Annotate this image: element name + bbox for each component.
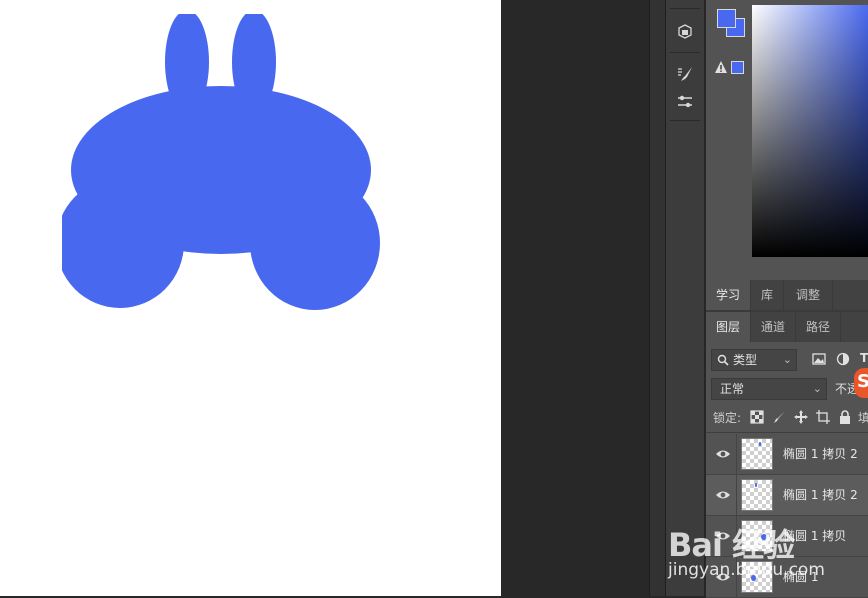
layer-thumbnail [741,561,773,593]
layer-name: 椭圆 1 拷贝 2 [783,447,858,461]
search-icon [717,354,729,366]
lock-position-icon[interactable] [794,410,808,424]
canvas-edge-mask [0,0,501,14]
left-cheek-shape [56,178,184,308]
layer-name: 椭圆 1 [783,570,819,584]
tab-channels[interactable]: 通道 [751,312,797,342]
layer-thumbnail [741,479,773,511]
lock-label: 锁定: [713,411,742,425]
lock-image-pixels-icon[interactable] [772,410,786,424]
color-panel [706,0,868,280]
3d-materials-icon[interactable] [674,22,696,42]
tab-paths[interactable]: 路径 [796,312,842,342]
learn-libraries-tabs: 学习 库 调整 [706,280,868,310]
layer-row[interactable]: 椭圆 1 拷贝 2 [706,434,868,475]
document-canvas[interactable] [0,0,501,596]
bunny-shape [0,0,501,310]
strip-separator [670,120,700,121]
layer-name: 椭圆 1 拷贝 2 [783,488,858,502]
visibility-column-divider [736,557,737,598]
blend-mode-value: 正常 [720,382,745,396]
tab-adjustments[interactable]: 调整 [784,280,834,310]
chevron-down-icon: ⌄ [812,382,822,395]
layer-thumbnail [741,438,773,470]
layers-panel-tabs: 图层 通道 路径 [706,312,868,342]
panel-icon-strip [666,0,705,596]
visibility-column-divider [736,516,737,557]
tab-libraries[interactable]: 库 [751,280,785,310]
gamut-warning-icon[interactable] [714,60,728,74]
chevron-down-icon: ⌄ [782,353,792,366]
layer-row[interactable]: 椭圆 1 拷贝 2 [706,475,868,516]
visibility-eye-icon[interactable] [715,447,731,461]
type-filter-icon[interactable]: T [860,351,868,365]
image-filter-icon[interactable] [812,352,826,366]
strip-separator [670,8,700,9]
pasteboard [501,0,649,596]
visibility-column-divider [736,434,737,475]
right-panels: 学习 库 调整 图层 通道 路径 类型 ⌄ T 正常 ⌄ 不透 S 锁定: 填 … [706,0,868,598]
lock-artboard-icon[interactable] [816,410,830,424]
properties-icon[interactable] [674,92,696,112]
visibility-eye-icon[interactable] [715,488,731,502]
layer-name: 椭圆 1 拷贝 [783,529,847,543]
tab-layers[interactable]: 图层 [706,312,752,342]
lock-all-icon[interactable] [838,410,852,424]
filter-label: 类型 [733,353,758,367]
layer-thumbnail [741,520,773,552]
visibility-column-divider [736,475,737,516]
layer-row[interactable]: 椭圆 1 拷贝 [706,516,868,557]
visibility-eye-icon[interactable] [715,570,731,584]
layer-row[interactable]: 椭圆 1 [706,557,868,598]
foreground-color-swatch[interactable] [717,9,736,28]
web-safe-color-swatch[interactable] [731,61,744,74]
visibility-eye-icon[interactable] [715,529,731,543]
lock-transparent-pixels-icon[interactable] [750,410,764,424]
sogou-ime-icon[interactable]: S [854,368,868,398]
strip-separator [670,52,700,53]
adjustment-filter-icon[interactable] [836,352,850,366]
blend-mode-dropdown[interactable]: 正常 ⌄ [711,378,827,400]
fill-label: 填 [858,411,868,425]
layer-filter-dropdown[interactable]: 类型 ⌄ [711,349,797,371]
color-picker-field[interactable] [752,5,868,257]
tab-learn[interactable]: 学习 [706,280,752,310]
layers-list-top-border [706,432,868,433]
right-cheek-shape [250,176,380,310]
panel-collapse-bar[interactable] [649,0,666,596]
brush-settings-icon[interactable] [674,64,696,84]
